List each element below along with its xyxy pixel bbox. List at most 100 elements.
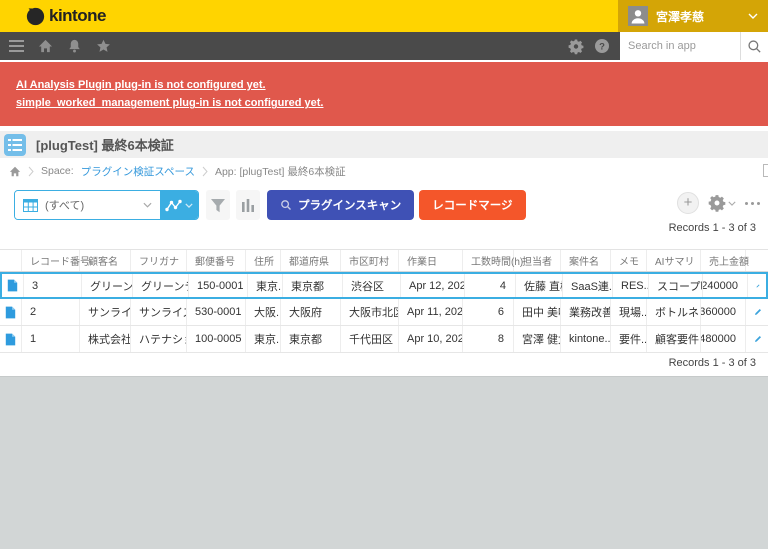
column-header[interactable]: 市区町村 [341,250,399,271]
cell-work-date: Apr 10, 2026 [399,326,463,352]
cell-prefecture: 大阪府 [281,299,341,325]
column-header[interactable]: 都道府県 [281,250,341,271]
nav-right-group: ? [568,32,768,60]
cell-prefecture: 東京都 [283,274,343,297]
cell-record-number: 3 [24,274,82,297]
user-menu[interactable]: 宮澤孝慈 [618,0,768,32]
column-header[interactable]: 作業日 [399,250,463,271]
kintone-logo-text: kintone [49,6,106,26]
column-header[interactable]: 売上金額 [701,250,746,271]
notifications-bell-icon[interactable] [66,38,82,54]
graph-menu-button[interactable] [160,191,198,219]
cell-address: 東京... [248,274,283,297]
cell-customer: 株式会社... [80,326,131,352]
cell-furigana: サンライズ... [131,299,187,325]
cell-record-number: 1 [22,326,80,352]
breadcrumb-space-label: Space: [41,165,74,177]
top-header-bar: kintone 宮澤孝慈 [0,0,768,32]
cell-project: 業務改善... [561,299,611,325]
record-doc-icon[interactable] [0,299,22,325]
cell-assignee: 宮澤 健太 [514,326,561,352]
cell-ai-summary: ボトルネッ... [647,299,701,325]
filter-funnel-icon [210,198,226,213]
settings-gear-icon[interactable] [568,38,584,54]
column-header[interactable]: フリガナ [131,250,187,271]
column-header[interactable]: 担当者 [514,250,561,271]
breadcrumb-home-icon[interactable] [9,166,21,177]
toolbar-right-group: + [677,192,762,214]
cell-project: kintone... [561,326,611,352]
cell-work-date: Apr 11, 2026 [399,299,463,325]
record-merge-button[interactable]: レコードマージ [419,190,525,220]
cell-zip: 530-0001 [187,299,246,325]
column-header[interactable]: 工数時間(h) [463,250,514,271]
table-row[interactable]: 2 サンライ... サンライズ... 530-0001 大阪... 大阪府 大阪… [0,299,768,326]
column-header[interactable]: 顧客名 [80,250,131,271]
column-header[interactable]: 案件名 [561,250,611,271]
search-icon[interactable] [740,32,768,60]
cell-customer: サンライ... [80,299,131,325]
kintone-logo-mark-icon [26,7,45,26]
favorites-star-icon[interactable] [95,38,111,54]
edit-pencil-icon[interactable] [746,326,768,352]
cell-furigana: グリーンテ... [133,274,189,297]
cell-zip: 150-0001 [189,274,248,297]
cell-hours: 8 [463,326,514,352]
view-selector: (すべて) [14,190,199,220]
cell-project: SaaS連... [563,274,613,297]
table-header-row: レコード番号 顧客名 フリガナ 郵便番号 住所 都道府県 市区町村 作業日 工数… [0,250,768,272]
cell-assignee: 佐藤 直樹 [516,274,563,297]
cell-ai-summary: 顧客要件の... [647,326,701,352]
cell-memo: 現場... [611,299,647,325]
column-header[interactable]: AIサマリ [647,250,701,271]
edit-pencil-icon[interactable] [748,274,766,297]
cell-record-number: 2 [22,299,80,325]
breadcrumb-space-link[interactable]: プラグイン検証スペース [81,164,195,179]
search-input[interactable] [620,32,740,60]
app-header: [plugTest] 最終6本検証 [0,131,768,158]
record-list-table: レコード番号 顧客名 フリガナ 郵便番号 住所 都道府県 市区町村 作業日 工数… [0,249,768,353]
hamburger-menu-icon[interactable] [8,38,24,54]
plugin-scan-button[interactable]: プラグインスキャン [267,190,414,220]
cell-prefecture: 東京都 [281,326,341,352]
cell-city: 大阪市北区 [341,299,399,325]
record-doc-icon[interactable] [0,326,22,352]
app-title: [plugTest] 最終6本検証 [36,135,174,154]
kintone-logo[interactable]: kintone [26,6,106,26]
view-select-dropdown[interactable]: (すべて) [15,191,160,219]
table-row[interactable]: 3 グリーン... グリーンテ... 150-0001 東京... 東京都 渋谷… [0,272,768,299]
column-header[interactable]: 住所 [246,250,281,271]
kintone-page: kintone 宮澤孝慈 [0,0,768,549]
cell-zip: 100-0005 [187,326,246,352]
app-list-icon [4,134,26,156]
cell-memo: RES... [613,274,649,297]
more-options-button[interactable] [745,202,760,205]
app-settings-button[interactable] [708,194,736,212]
graph-menu-chevron-icon [185,203,193,208]
cell-sales: 240000 [703,274,748,297]
cell-assignee: 田中 美咲 [514,299,561,325]
settings-chevron-icon [728,201,736,206]
edit-pencil-icon[interactable] [746,299,768,325]
alert-link-ai-analysis[interactable]: AI Analysis Plugin plug-in is not config… [16,79,752,91]
column-header[interactable]: 郵便番号 [187,250,246,271]
alert-link-simple-worked-management[interactable]: simple_worked_management plug-in is not … [16,97,752,109]
cell-memo: 要件... [611,326,647,352]
cell-city: 千代田区 [341,326,399,352]
breadcrumb-app-item: App: [plugTest] 最終6本検証 [215,164,346,179]
record-doc-icon[interactable] [2,274,24,297]
chart-button[interactable] [236,190,260,220]
table-row[interactable]: 1 株式会社... ハテナショ... 100-0005 東京... 東京都 千代… [0,326,768,353]
column-header[interactable]: レコード番号 [22,250,80,271]
help-icon[interactable]: ? [594,38,610,54]
add-record-button[interactable]: + [677,192,699,214]
global-nav-bar: ? [0,32,768,60]
filter-button[interactable] [206,190,230,220]
bar-chart-icon [241,198,255,212]
cell-city: 渋谷区 [343,274,401,297]
header-edit-col [746,250,768,271]
home-icon[interactable] [37,38,53,54]
cell-sales: 480000 [701,326,746,352]
scan-magnifier-icon [280,199,292,211]
column-header[interactable]: メモ [611,250,647,271]
